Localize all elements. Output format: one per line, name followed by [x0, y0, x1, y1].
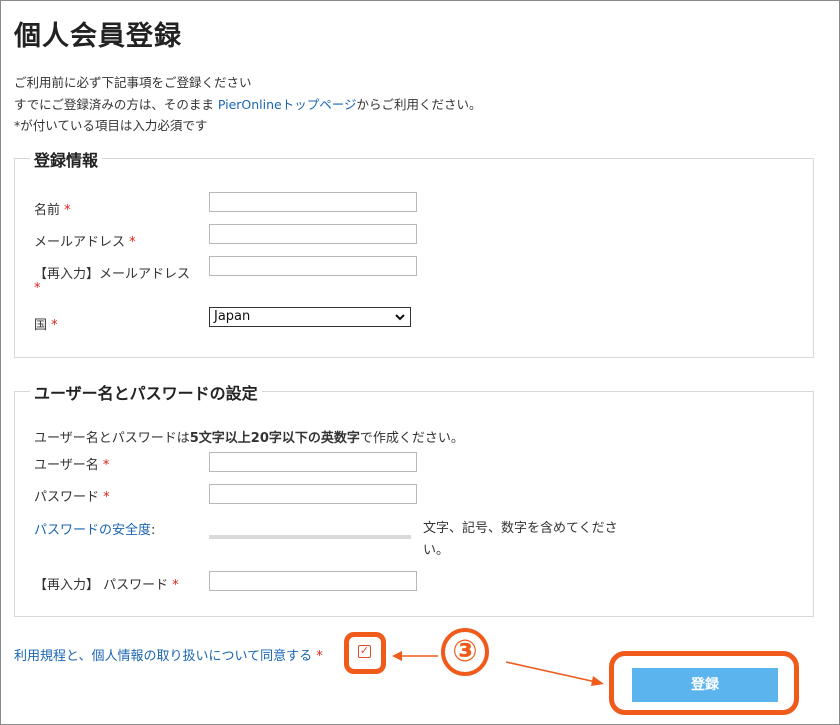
password-label: パスワード * [34, 490, 110, 505]
username-input[interactable] [209, 452, 417, 472]
arrowhead-right-icon [591, 676, 604, 686]
password-strength-meter [209, 535, 411, 539]
password-confirm-input[interactable] [209, 571, 417, 591]
checkmark-icon: ✓ [359, 644, 370, 657]
annotation-arrows [392, 651, 604, 686]
agreement-checkbox[interactable]: ✓ [358, 645, 371, 658]
intro-line-2: すでにご登録済みの方は、そのまま PierOnlineトップページからご利用くだ… [14, 94, 482, 113]
intro-line-2-prefix: すでにご登録済みの方は、そのまま [14, 97, 218, 112]
username-label: ユーザー名 * [34, 458, 110, 473]
page-title: 個人会員登録 [14, 21, 182, 52]
register-button[interactable]: 登録 [632, 668, 778, 702]
required-mark: * [64, 203, 71, 218]
chevron-down-icon [395, 308, 405, 332]
step-number-badge: ③ [441, 628, 489, 676]
email-confirm-input[interactable] [209, 256, 417, 276]
terms-link[interactable]: 利用規程と、個人情報の取り扱い [14, 649, 208, 664]
required-mark: * [51, 318, 58, 333]
email-label: メールアドレス * [34, 235, 136, 250]
credentials-note: ユーザー名とパスワードは5文字以上20字以下の英数字で作成ください。 [34, 431, 464, 446]
password-confirm-label: 【再入力】 パスワード * [34, 578, 179, 593]
intro-line-1: ご利用前に必ず下記事項をご登録ください [14, 75, 252, 90]
agreement-label: 利用規程と、個人情報の取り扱いについて同意する * [14, 649, 323, 664]
required-mark: * [102, 458, 110, 473]
country-select-value: Japan [214, 309, 251, 324]
required-mark: * [172, 578, 179, 593]
password-input[interactable] [209, 484, 417, 504]
password-strength-hint: 文字、記号、数字を含めてください。 [423, 521, 618, 558]
name-label: 名前 * [34, 203, 71, 218]
registration-legend: 登録情報 [30, 147, 103, 171]
country-select[interactable]: Japan [209, 307, 411, 327]
credentials-legend: ユーザー名とパスワードの設定 [30, 380, 262, 404]
arrow-to-submit [505, 661, 597, 683]
credentials-note-bold: 5文字以上20字以下の英数字 [189, 431, 360, 446]
required-mark: * [316, 649, 323, 664]
country-label: 国 * [34, 318, 58, 333]
name-input[interactable] [209, 192, 417, 212]
intro-line-2-suffix: からご利用ください。 [356, 97, 482, 112]
arrowhead-left-icon [392, 651, 402, 661]
email-confirm-label: 【再入力】メールアドレス [34, 267, 191, 282]
required-mark: * [129, 235, 136, 250]
required-note: *が付いている項目は入力必須です [14, 118, 208, 133]
password-strength-link[interactable]: パスワードの安全度 [34, 523, 151, 538]
required-mark: * [34, 281, 41, 296]
email-input[interactable] [209, 224, 417, 244]
top-page-link[interactable]: PierOnlineトップページ [218, 97, 357, 112]
password-strength-label: パスワードの安全度: [34, 523, 156, 538]
required-mark: * [103, 490, 110, 505]
